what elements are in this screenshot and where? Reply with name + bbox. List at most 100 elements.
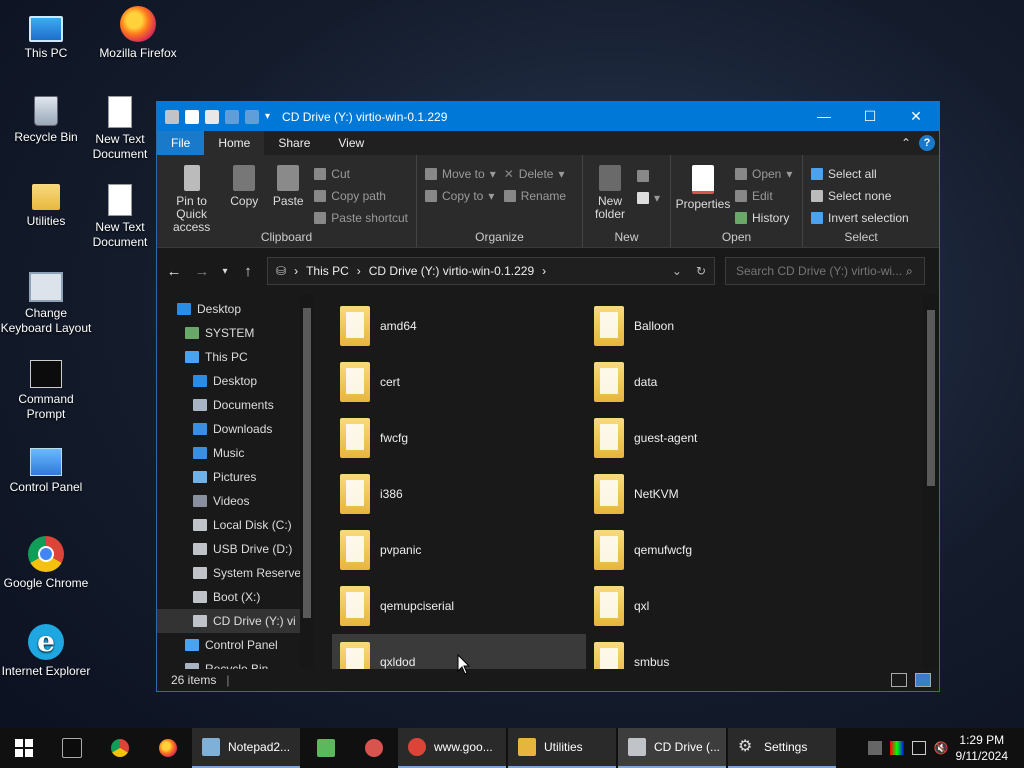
nav-item[interactable]: Boot (X:) bbox=[157, 585, 300, 609]
nav-item[interactable]: CD Drive (Y:) vi bbox=[157, 609, 300, 633]
minimize-button[interactable]: — bbox=[801, 102, 847, 131]
invert-selection-button[interactable]: Invert selection bbox=[811, 209, 909, 226]
tab-file[interactable]: File bbox=[157, 131, 205, 155]
edit-button[interactable]: Edit bbox=[735, 187, 792, 204]
nav-scrollbar-thumb[interactable] bbox=[303, 308, 311, 618]
folder-item[interactable]: cert bbox=[332, 354, 586, 410]
folder-item[interactable]: i386 bbox=[332, 466, 586, 522]
nav-item[interactable]: Pictures bbox=[157, 465, 300, 489]
cut-button[interactable]: Cut bbox=[314, 165, 408, 182]
copy-path-button[interactable]: Copy path bbox=[314, 187, 408, 204]
close-button[interactable]: ✕ bbox=[893, 102, 939, 131]
address-dropdown-icon[interactable]: ⌄ bbox=[672, 264, 682, 278]
new-folder-button[interactable]: New folder bbox=[587, 159, 633, 229]
collapse-ribbon-icon[interactable]: ⌃ bbox=[901, 136, 911, 150]
nav-item[interactable]: Videos bbox=[157, 489, 300, 513]
folder-item[interactable]: qemupciserial bbox=[332, 578, 586, 634]
desktop-icon-new-text-1[interactable]: New Text Document bbox=[84, 96, 156, 162]
up-button[interactable]: ↑ bbox=[239, 263, 257, 280]
nav-item[interactable]: Downloads bbox=[157, 417, 300, 441]
paste-button[interactable]: Paste bbox=[266, 159, 310, 229]
desktop-icon-ie[interactable]: e Internet Explorer bbox=[0, 624, 92, 679]
content-scrollbar[interactable] bbox=[923, 294, 939, 670]
folder-item[interactable]: NetKVM bbox=[586, 466, 840, 522]
desktop-icon-utilities[interactable]: Utilities bbox=[0, 184, 92, 229]
nav-item[interactable]: Local Disk (C:) bbox=[157, 513, 300, 537]
move-to-button[interactable]: Move to ▾ bbox=[425, 165, 496, 182]
volume-muted-icon[interactable]: 🔇 bbox=[934, 741, 949, 755]
start-button[interactable] bbox=[0, 728, 48, 768]
paste-shortcut-button[interactable]: Paste shortcut bbox=[314, 209, 408, 226]
nav-item[interactable]: Control Panel bbox=[157, 633, 300, 657]
easy-access-button[interactable]: ▾ bbox=[637, 189, 660, 206]
delete-button[interactable]: ✕ Delete ▾ bbox=[504, 165, 566, 182]
folder-item[interactable]: guest-agent bbox=[586, 410, 840, 466]
desktop-icon-recycle-bin[interactable]: Recycle Bin bbox=[0, 96, 92, 145]
nav-item[interactable]: System Reserve bbox=[157, 561, 300, 585]
nav-item[interactable]: Documents bbox=[157, 393, 300, 417]
clock[interactable]: 1:29 PM 9/11/2024 bbox=[956, 732, 1009, 764]
search-box[interactable]: ⌕ bbox=[725, 257, 925, 285]
nav-item[interactable]: Music bbox=[157, 441, 300, 465]
properties-qat-button[interactable] bbox=[185, 109, 199, 124]
nav-scrollbar[interactable] bbox=[300, 294, 314, 670]
taskbar-firefox[interactable] bbox=[144, 728, 192, 768]
forward-button[interactable]: → bbox=[193, 263, 211, 280]
desktop-icon-control-panel[interactable]: Control Panel bbox=[0, 448, 92, 495]
tab-share[interactable]: Share bbox=[264, 131, 324, 155]
breadcrumb-this-pc[interactable]: This PC bbox=[306, 264, 349, 278]
desktop-icon-firefox[interactable]: Mozilla Firefox bbox=[92, 6, 184, 61]
desktop-icon-this-pc[interactable]: This PC bbox=[0, 8, 92, 61]
copy-to-button[interactable]: Copy to ▾ bbox=[425, 187, 496, 204]
tab-home[interactable]: Home bbox=[204, 131, 265, 155]
taskbar-settings[interactable]: ⚙ Settings bbox=[728, 728, 836, 768]
taskbar-notepad2[interactable]: Notepad2... bbox=[192, 728, 300, 768]
redo-qat-button[interactable] bbox=[245, 109, 259, 124]
maximize-button[interactable]: ☐ bbox=[847, 102, 893, 131]
back-button[interactable]: ← bbox=[165, 263, 183, 280]
taskbar-cd-drive[interactable]: CD Drive (... bbox=[618, 728, 726, 768]
folder-item[interactable]: fwcfg bbox=[332, 410, 586, 466]
history-button[interactable]: History bbox=[735, 209, 792, 226]
folder-item[interactable]: data bbox=[586, 354, 840, 410]
nav-item[interactable]: Desktop bbox=[157, 369, 300, 393]
properties-button[interactable]: Properties bbox=[675, 159, 731, 229]
pin-quick-access-button[interactable]: Pin to Quick access bbox=[161, 159, 222, 234]
title-bar[interactable]: ▾ CD Drive (Y:) virtio-win-0.1.229 — ☐ ✕ bbox=[157, 102, 939, 131]
folder-item[interactable]: qxl bbox=[586, 578, 840, 634]
details-view-icon[interactable] bbox=[891, 673, 907, 687]
refresh-icon[interactable]: ↻ bbox=[696, 264, 706, 278]
desktop-icon-new-text-2[interactable]: New Text Document bbox=[84, 184, 156, 250]
recent-locations-icon[interactable]: ▾ bbox=[221, 266, 229, 277]
search-input[interactable] bbox=[734, 263, 906, 279]
new-item-button[interactable] bbox=[637, 167, 660, 184]
select-none-button[interactable]: Select none bbox=[811, 187, 909, 204]
display-icon[interactable] bbox=[889, 741, 904, 755]
large-icons-view-icon[interactable] bbox=[915, 673, 931, 687]
taskbar-chrome[interactable] bbox=[96, 728, 144, 768]
desktop-icon-chrome[interactable]: Google Chrome bbox=[0, 536, 92, 591]
undo-qat-button[interactable] bbox=[225, 109, 239, 124]
nav-item[interactable]: USB Drive (D:) bbox=[157, 537, 300, 561]
taskbar-utilities[interactable]: Utilities bbox=[508, 728, 616, 768]
nav-item[interactable]: Desktop bbox=[157, 297, 300, 321]
taskbar-app-paint[interactable] bbox=[350, 728, 398, 768]
taskbar-chrome-window[interactable]: www.goo... bbox=[398, 728, 506, 768]
content-scrollbar-thumb[interactable] bbox=[927, 310, 935, 486]
folder-item[interactable]: amd64 bbox=[332, 298, 586, 354]
nav-item[interactable]: This PC bbox=[157, 345, 300, 369]
folder-item[interactable]: qemufwcfg bbox=[586, 522, 840, 578]
breadcrumb-cd-drive[interactable]: CD Drive (Y:) virtio-win-0.1.229 bbox=[369, 264, 534, 278]
taskbar-app-green[interactable] bbox=[302, 728, 350, 768]
folder-item[interactable]: Balloon bbox=[586, 298, 840, 354]
new-folder-qat-button[interactable] bbox=[205, 109, 219, 124]
help-button[interactable]: ? bbox=[919, 135, 935, 151]
rename-button[interactable]: Rename bbox=[503, 187, 566, 204]
desktop-icon-keyboard[interactable]: Change Keyboard Layout bbox=[0, 272, 92, 336]
nav-item[interactable]: SYSTEM bbox=[157, 321, 300, 345]
path-box[interactable]: ⛁ › This PC › CD Drive (Y:) virtio-win-0… bbox=[267, 257, 715, 285]
usb-icon[interactable] bbox=[911, 741, 926, 755]
network-icon[interactable] bbox=[867, 741, 882, 755]
desktop-icon-cmd[interactable]: Command Prompt bbox=[0, 360, 92, 422]
copy-button[interactable]: Copy bbox=[222, 159, 266, 229]
